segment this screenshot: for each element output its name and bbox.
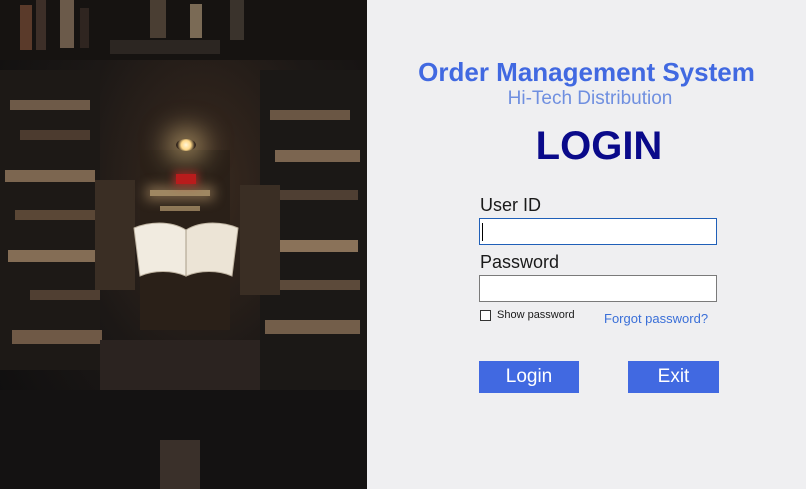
password-input[interactable]: [479, 275, 717, 302]
ceiling-light: [160, 206, 200, 211]
show-password-label: Show password: [497, 309, 575, 321]
password-label: Password: [480, 252, 560, 272]
lamp: [176, 139, 196, 151]
login-button[interactable]: Login: [479, 361, 579, 393]
library-image: [0, 0, 367, 489]
ceiling-light: [150, 190, 210, 196]
show-password-checkbox[interactable]: [480, 309, 491, 321]
show-password-toggle[interactable]: Show password: [480, 309, 575, 321]
forgot-password-link[interactable]: Forgot password?: [604, 311, 708, 326]
user-id-input[interactable]: [479, 218, 717, 245]
login-heading: LOGIN: [535, 124, 663, 168]
exit-sign: [176, 174, 196, 184]
exit-button[interactable]: Exit: [628, 361, 719, 393]
open-book-icon: [133, 222, 239, 277]
text-caret: [482, 223, 483, 241]
user-id-label: User ID: [480, 195, 542, 215]
app-title: Order Management System: [418, 57, 755, 87]
app-subtitle: Hi-Tech Distribution: [507, 88, 673, 109]
